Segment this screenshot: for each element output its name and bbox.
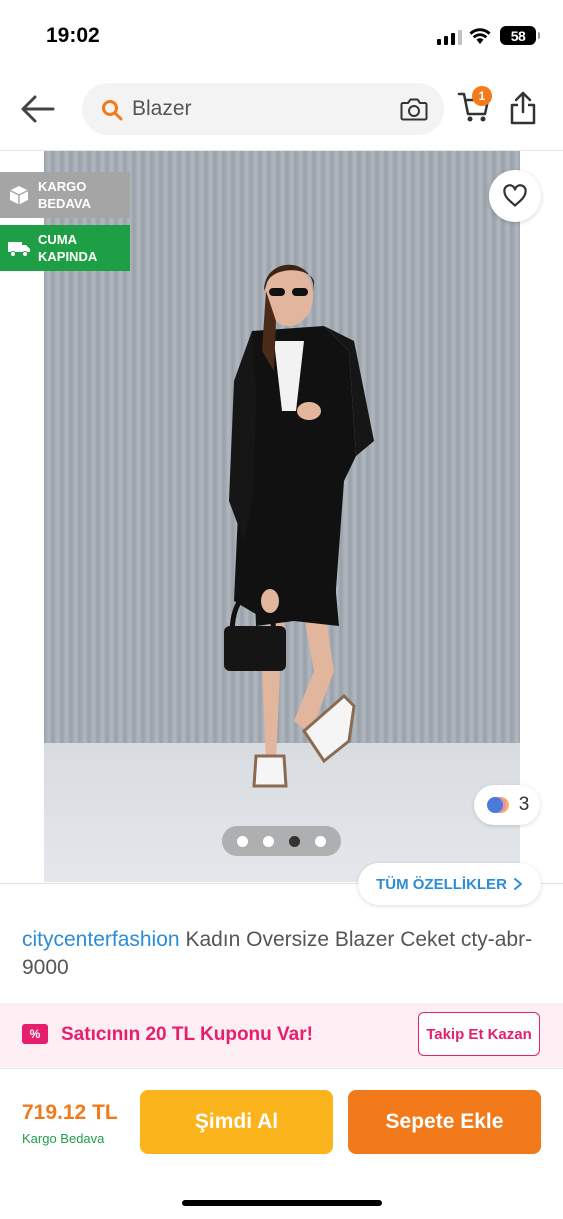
variant-count: 3 bbox=[518, 794, 530, 815]
follow-earn-button[interactable]: Takip Et Kazan bbox=[418, 1012, 540, 1056]
color-variants-icon bbox=[486, 797, 509, 813]
all-features-label: TÜM ÖZELLİKLER bbox=[376, 875, 507, 893]
bottom-divider bbox=[0, 1068, 563, 1069]
badge-line-1: CUMA bbox=[38, 232, 77, 247]
badge-line-2: BEDAVA bbox=[38, 196, 91, 211]
search-input[interactable]: Blazer bbox=[82, 83, 444, 135]
delivery-day-badge: CUMA KAPINDA bbox=[0, 225, 130, 271]
all-features-button[interactable]: TÜM ÖZELLİKLER bbox=[358, 863, 541, 905]
favorite-button[interactable] bbox=[489, 170, 541, 222]
share-icon bbox=[510, 91, 536, 125]
back-button[interactable] bbox=[20, 92, 60, 126]
coupon-icon: % bbox=[22, 1024, 48, 1044]
truck-icon bbox=[0, 239, 38, 257]
pagination-dot[interactable] bbox=[315, 835, 326, 847]
badge-line-1: KARGO bbox=[38, 179, 87, 194]
add-to-cart-button[interactable]: Sepete Ekle bbox=[348, 1090, 541, 1154]
shipping-info: Kargo Bedava bbox=[22, 1131, 105, 1146]
badge-line-2: KAPINDA bbox=[38, 249, 98, 264]
signal-icon bbox=[437, 29, 462, 45]
search-text: Blazer bbox=[132, 97, 192, 120]
pagination-dot[interactable] bbox=[263, 835, 274, 847]
battery-icon: 58 bbox=[500, 26, 540, 45]
coupon-text: Satıcının 20 TL Kuponu Var! bbox=[61, 1024, 313, 1045]
color-variants-button[interactable]: 3 bbox=[474, 785, 540, 825]
pagination-dot-active[interactable] bbox=[289, 835, 300, 847]
arrow-left-icon bbox=[21, 95, 55, 123]
package-icon bbox=[0, 185, 38, 205]
heart-icon bbox=[503, 184, 527, 207]
status-time: 19:02 bbox=[46, 24, 100, 47]
share-button[interactable] bbox=[508, 90, 538, 126]
wifi-icon bbox=[469, 28, 491, 44]
brand-link[interactable]: citycenterfashion bbox=[22, 928, 180, 951]
model-photo bbox=[224, 264, 374, 788]
buy-now-button[interactable]: Şimdi Al bbox=[140, 1090, 333, 1154]
image-pagination[interactable] bbox=[222, 826, 341, 856]
camera-search-icon[interactable] bbox=[400, 96, 428, 122]
search-icon bbox=[102, 100, 123, 121]
status-bar: 19:02 58 bbox=[0, 0, 563, 70]
chevron-right-icon bbox=[513, 878, 522, 890]
product-title: citycenterfashion Kadın Oversize Blazer … bbox=[22, 926, 547, 982]
free-shipping-badge: KARGO BEDAVA bbox=[0, 172, 130, 218]
product-price: 719.12 TL bbox=[22, 1101, 118, 1124]
home-indicator bbox=[182, 1200, 382, 1206]
cart-count-badge: 1 bbox=[472, 86, 492, 106]
pagination-dot[interactable] bbox=[237, 835, 248, 847]
